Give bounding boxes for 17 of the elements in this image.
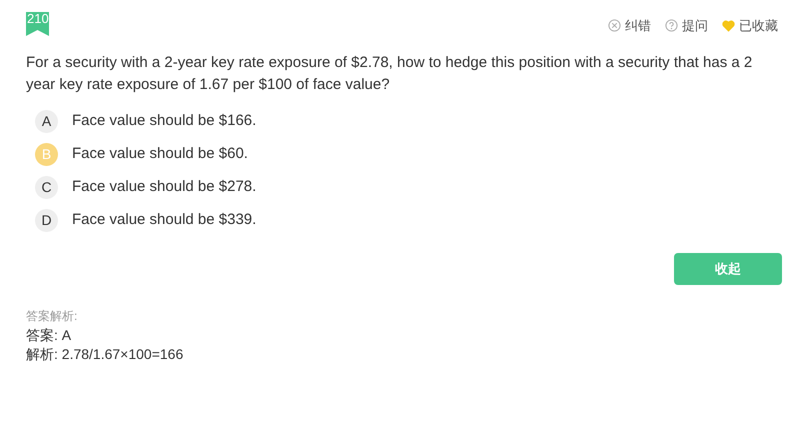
answer-text: 答案: A (26, 326, 72, 345)
option-text: Face value should be $60. (72, 144, 248, 164)
close-circle-icon (608, 19, 621, 32)
option-text: Face value should be $166. (72, 111, 256, 132)
option-text: Face value should be $339. (72, 210, 256, 230)
question-number-badge: 210 (26, 12, 49, 36)
ask-link[interactable]: 提问 (682, 16, 708, 36)
option-letter[interactable]: D (35, 209, 58, 232)
question-text: For a security with a 2-year key rate exposure of $2.78, how to hedge this position with a security that has a 2 year key rate exposure of 1.67 per $100 of face value? (26, 53, 754, 95)
explanation-text: 解析: 2.78/1.67×100=166 (26, 345, 184, 364)
report-link[interactable]: 纠错 (625, 16, 651, 36)
question-circle-icon (665, 19, 678, 32)
favorite-link[interactable]: 已收藏 (739, 16, 778, 36)
option-text: Face value should be $278. (72, 177, 256, 198)
option-letter[interactable]: C (35, 176, 58, 199)
analysis-heading: 答案解析: (26, 308, 78, 325)
option-letter[interactable]: A (35, 110, 58, 133)
